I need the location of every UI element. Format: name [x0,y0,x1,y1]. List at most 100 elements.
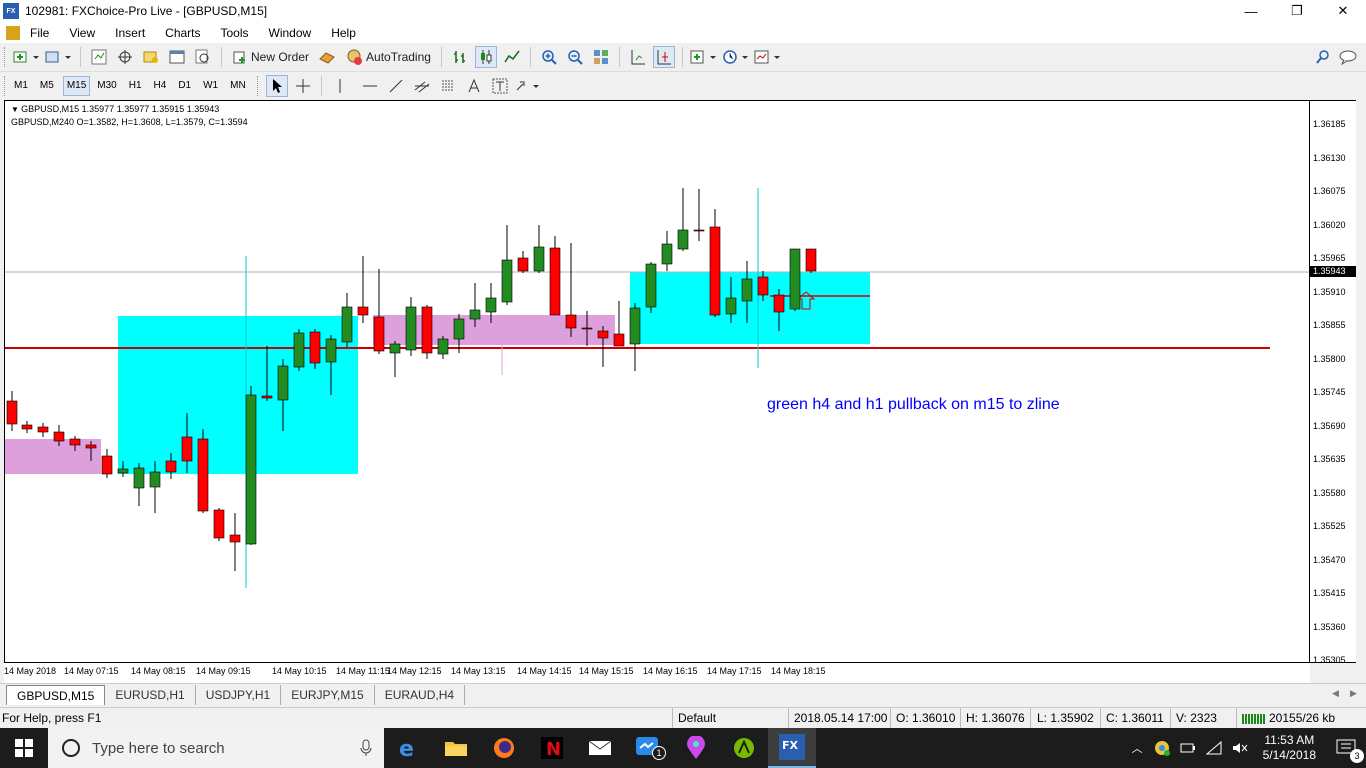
tab-euraud-h4[interactable]: EURAUD,H4 [375,685,466,705]
minimize-button[interactable]: — [1228,0,1274,22]
candlestick-chart-button[interactable] [474,46,497,68]
autoscroll-button[interactable] [652,46,675,68]
chrome-tray-icon[interactable] [1153,739,1171,757]
taskbar-clock[interactable]: 11:53 AM 5/14/2018 [1263,733,1316,763]
menu-tools[interactable]: Tools [211,26,259,40]
tab-scroll-right-icon[interactable]: ▶ [1350,688,1357,699]
templates-button[interactable] [754,46,782,68]
taskbar-fxchoice[interactable]: FX [768,728,816,768]
profiles-icon [45,51,71,63]
taskbar-messenger[interactable]: 1 [624,728,672,768]
menu-window[interactable]: Window [259,26,322,40]
taskbar-mail[interactable] [576,728,624,768]
periods-button[interactable] [722,46,750,68]
action-center-button[interactable]: 3 [1326,728,1366,768]
timeframe-mn[interactable]: MN [227,76,249,96]
chart-shift-button[interactable] [627,46,649,68]
meta-editor-button[interactable] [316,46,338,68]
menu-view[interactable]: View [59,26,105,40]
navigator-button[interactable] [140,46,162,68]
timeframe-m15[interactable]: M15 [62,75,91,96]
tab-eurjpy-m15[interactable]: EURJPY,M15 [281,685,375,705]
system-tray: ︿ 11:53 AM 5/14/2018 3 [1126,728,1366,768]
bull-candle [437,338,449,355]
market-watch-button[interactable] [88,46,110,68]
chart-canvas[interactable]: ▼ GBPUSD,M15 1.35977 1.35977 1.35915 1.3… [4,100,1310,663]
indicators-button[interactable] [690,46,718,68]
profiles-button[interactable] [45,46,73,68]
fibonacci-button[interactable] [437,75,459,97]
maximize-button[interactable]: ❐ [1274,0,1320,22]
zoom-out-button[interactable] [564,46,586,68]
map-pin-icon [687,736,705,759]
text-label-button[interactable] [489,75,511,97]
price-tick-label: 1.35525 [1313,521,1346,531]
bear-candle [6,400,18,425]
data-window-button[interactable] [114,46,136,68]
timeframe-d1[interactable]: D1 [175,76,194,96]
messenger-badge: 1 [652,746,666,760]
tab-scroll-left-icon[interactable]: ◀ [1332,688,1339,699]
crosshair-tool-button[interactable] [292,75,314,97]
time-scale[interactable]: 14 May 2018 14 May 07:15 14 May 08:15 14 Ma… [4,663,1310,683]
menu-insert[interactable]: Insert [105,26,155,40]
taskbar-nvidia[interactable] [720,728,768,768]
chart-shift-icon [631,50,645,65]
timeframe-w1[interactable]: W1 [200,76,221,96]
tab-gbpusd-m15[interactable]: GBPUSD,M15 [6,685,106,705]
search-button[interactable] [1312,46,1334,68]
bear-candle [581,327,593,330]
wifi-icon[interactable] [1205,740,1223,756]
taskbar-edge[interactable]: e [384,728,432,768]
tab-usdjpy-h1[interactable]: USDJPY,H1 [196,685,282,705]
timeframe-h4[interactable]: H4 [151,76,170,96]
new-order-button[interactable]: New Order [229,46,312,68]
vertical-line-button[interactable] [329,75,351,97]
taskbar-file-explorer[interactable] [432,728,480,768]
terminal-button[interactable] [166,46,188,68]
timeframe-m1[interactable]: M1 [11,76,31,96]
text-tool-button[interactable] [463,75,485,97]
tray-expand-icon[interactable]: ︿ [1132,740,1143,756]
bar-chart-button[interactable] [449,46,471,68]
zoom-in-button[interactable] [538,46,560,68]
taskbar-netflix[interactable]: N [528,728,576,768]
arrows-button[interactable] [515,75,541,97]
timeframe-m5[interactable]: M5 [37,76,57,96]
cursor-tool-button[interactable] [265,74,288,97]
chart-info-m240: GBPUSD,M240 O=1.3582, H=1.3608, L=1.3579… [11,117,248,127]
microphone-icon[interactable] [360,739,372,757]
current-price-marker: 1.35943 [1310,266,1356,277]
trendline-button[interactable] [385,75,407,97]
battery-icon[interactable] [1179,740,1197,756]
start-button[interactable] [0,728,48,768]
tab-eurusd-h1[interactable]: EURUSD,H1 [105,685,196,705]
menu-file[interactable]: File [20,26,59,40]
new-chart-button[interactable] [13,46,41,68]
tile-windows-button[interactable] [590,46,612,68]
menu-help[interactable]: Help [321,26,366,40]
strategy-tester-button[interactable] [192,46,214,68]
channel-button[interactable] [411,75,433,97]
price-scale[interactable]: 1.36185 1.36130 1.36075 1.36020 1.35965 1.359… [1310,100,1356,665]
taskbar-firefox[interactable] [480,728,528,768]
close-button[interactable]: ✕ [1320,0,1366,22]
autotrading-button[interactable]: AutoTrading [342,46,434,68]
taskbar-maps[interactable] [672,728,720,768]
line-chart-button[interactable] [501,46,523,68]
menu-charts[interactable]: Charts [155,26,210,40]
timeframe-m30[interactable]: M30 [94,76,119,96]
timeframe-h1[interactable]: H1 [126,76,145,96]
taskbar-search[interactable]: Type here to search [48,728,384,768]
chat-button[interactable] [1338,46,1360,68]
collapse-icon[interactable]: ▼ [11,105,21,114]
volume-muted-icon[interactable] [1231,740,1249,756]
new-chart-icon [13,51,39,63]
mail-icon [588,740,612,755]
horizontal-line-button[interactable] [359,75,381,97]
line-chart-icon [504,50,520,63]
time-tick-label: 14 May 09:15 [196,666,251,676]
bull-candle [325,338,337,363]
chart-annotation[interactable]: green h4 and h1 pullback on m15 to zline [767,396,1060,414]
vertical-scrollbar[interactable] [1356,100,1366,683]
